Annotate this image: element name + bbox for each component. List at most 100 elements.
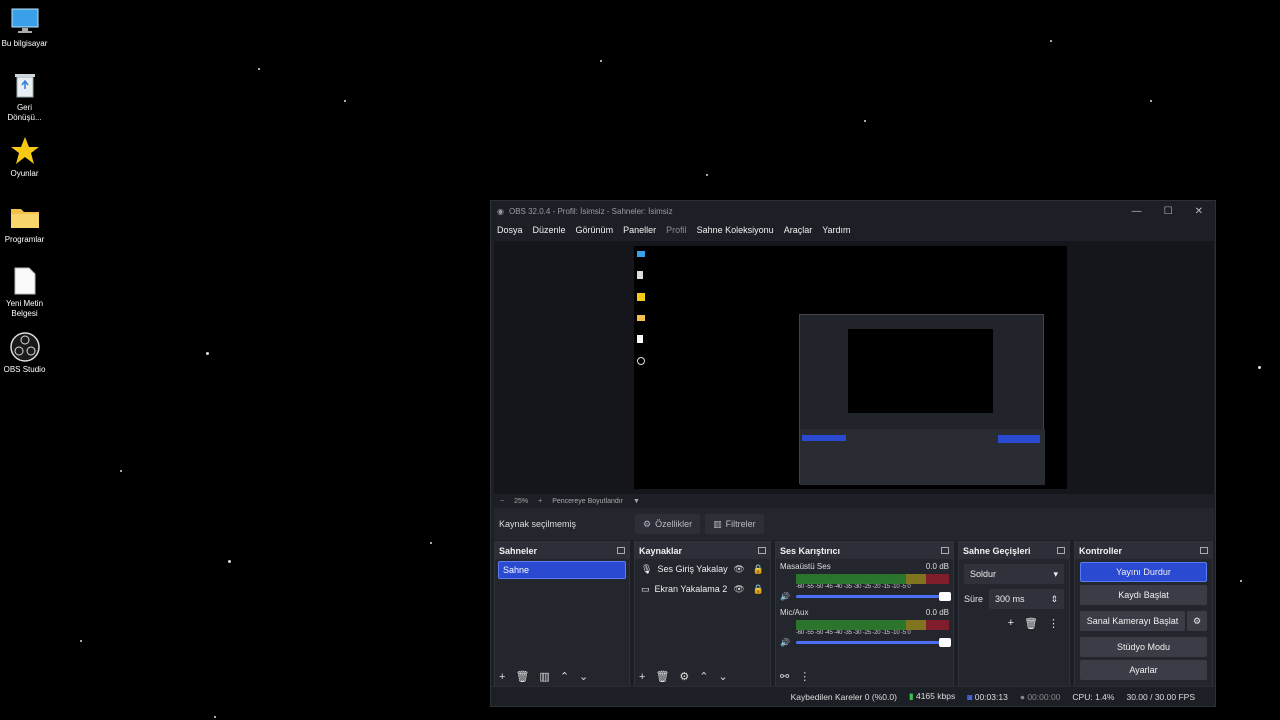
- float-dock-icon[interactable]: [617, 547, 625, 554]
- menu-docks[interactable]: Paneller: [623, 225, 656, 235]
- desktop-icon-label: Yeni Metin Belgesi: [5, 299, 44, 318]
- monitor-icon: [10, 6, 40, 36]
- gear-icon: ⚙: [643, 518, 652, 529]
- preview-canvas[interactable]: [634, 246, 1067, 489]
- menu-view[interactable]: Görünüm: [576, 225, 614, 235]
- float-dock-icon[interactable]: [1200, 547, 1208, 554]
- chevron-down-icon[interactable]: ⌄: [719, 670, 728, 683]
- volume-slider[interactable]: [795, 592, 951, 601]
- maximize-icon[interactable]: ☐: [1164, 206, 1173, 217]
- volume-slider[interactable]: [795, 638, 951, 647]
- add-icon[interactable]: +: [499, 671, 505, 683]
- status-bar: Kaybedilen Kareler 0 (%0.0) ▮ 4165 kbps …: [491, 686, 1215, 706]
- close-icon[interactable]: ✕: [1195, 206, 1203, 217]
- source-item[interactable]: ▭ Ekran Yakalama 2 👁 🔒: [635, 579, 770, 599]
- trash-icon[interactable]: 🗑: [655, 670, 669, 683]
- lock-icon[interactable]: 🔒: [753, 564, 764, 575]
- chevron-down-icon: ▾: [1053, 568, 1058, 579]
- chevron-down-icon[interactable]: ▼: [633, 498, 640, 505]
- menu-scene-collection[interactable]: Sahne Koleksiyonu: [697, 225, 774, 235]
- channel-level: 0.0 dB: [925, 562, 949, 571]
- monitor-icon: ▭: [641, 583, 650, 594]
- transitions-dock: Sahne Geçişleri Soldur ▾ Süre 300 ms ⇕ + 🗑…: [958, 541, 1070, 688]
- desktop-icon-this-pc[interactable]: Bu bilgisayar: [0, 6, 49, 49]
- scene-item[interactable]: Sahne: [498, 561, 626, 579]
- add-icon[interactable]: +: [639, 671, 645, 683]
- zoom-out-button[interactable]: −: [500, 498, 504, 505]
- float-dock-icon[interactable]: [1057, 547, 1065, 554]
- fps-display: 30.00 / 30.00 FPS: [1126, 691, 1195, 702]
- transition-value: Soldur: [970, 569, 997, 579]
- menu-bar: Dosya Düzenle Görünüm Paneller Profil Sa…: [491, 221, 1215, 239]
- microphone-icon: 🎙: [641, 563, 653, 574]
- lock-icon[interactable]: 🔒: [753, 584, 764, 595]
- speaker-icon[interactable]: 🔊: [780, 592, 790, 601]
- folder-icon: [10, 202, 40, 232]
- transition-select[interactable]: Soldur ▾: [964, 564, 1064, 584]
- audio-mixer-dock: Ses Karıştırıcı Masaüstü Ses 0.0 dB -60 -…: [775, 541, 954, 688]
- mixer-title: Ses Karıştırıcı: [780, 545, 841, 556]
- chevron-down-icon[interactable]: ⌄: [579, 670, 588, 683]
- record-time: 00:00:00: [1027, 691, 1061, 702]
- stop-streaming-button[interactable]: Yayını Durdur: [1080, 562, 1207, 582]
- menu-file[interactable]: Dosya: [497, 225, 523, 235]
- more-icon[interactable]: ⋮: [799, 670, 810, 683]
- text-file-icon: [10, 266, 40, 296]
- settings-button[interactable]: Ayarlar: [1080, 660, 1207, 680]
- studio-mode-button[interactable]: Stüdyo Modu: [1080, 637, 1207, 657]
- zoom-bar: − 25% + Pencereye Boyutlandır ▼: [494, 494, 1214, 508]
- filter-icon[interactable]: ▥: [539, 670, 549, 683]
- start-virtual-camera-button[interactable]: Sanal Kamerayı Başlat: [1080, 611, 1185, 631]
- filters-button[interactable]: ▥ Filtreler: [705, 514, 764, 534]
- mixer-channel: Masaüstü Ses 0.0 dB -60 -55 -50 -45 -40 -…: [776, 559, 953, 601]
- stepper-icon[interactable]: ⇕: [1050, 594, 1058, 605]
- source-item[interactable]: 🎙 Ses Giriş Yakalayıcısı 👁 🔒: [635, 559, 770, 579]
- cpu-usage: CPU: 1.4%: [1072, 691, 1115, 702]
- trash-icon[interactable]: 🗑: [515, 670, 529, 683]
- link-icon[interactable]: ⚯: [780, 670, 789, 683]
- channel-name: Masaüstü Ses: [780, 562, 831, 571]
- menu-help[interactable]: Yardım: [822, 225, 850, 235]
- stream-time: 00:03:13: [974, 691, 1008, 702]
- properties-button[interactable]: ⚙ Özellikler: [635, 514, 701, 534]
- minimize-icon[interactable]: —: [1132, 206, 1142, 217]
- chevron-up-icon[interactable]: ⌃: [699, 670, 708, 683]
- recycle-bin-icon: [10, 70, 40, 100]
- channel-name: Mic/Aux: [780, 608, 809, 617]
- filters-label: Filtreler: [725, 519, 756, 529]
- speaker-icon[interactable]: 🔊: [780, 638, 790, 647]
- duration-value: 300 ms: [995, 594, 1025, 604]
- chevron-up-icon[interactable]: ⌃: [560, 670, 569, 683]
- virtual-camera-settings-icon[interactable]: ⚙: [1187, 611, 1207, 631]
- start-recording-button[interactable]: Kaydı Başlat: [1080, 585, 1207, 605]
- no-source-label: Kaynak seçilmemiş: [499, 519, 577, 529]
- menu-edit[interactable]: Düzenle: [533, 225, 566, 235]
- menu-profile[interactable]: Profil: [666, 225, 687, 235]
- desktop-icon-games[interactable]: Oyunlar: [0, 136, 49, 179]
- add-icon[interactable]: +: [1008, 617, 1014, 630]
- properties-label: Özellikler: [655, 519, 693, 529]
- desktop-icon-programs[interactable]: Programlar: [0, 202, 49, 245]
- trash-icon[interactable]: 🗑: [1024, 617, 1038, 630]
- duration-input[interactable]: 300 ms ⇕: [989, 589, 1064, 609]
- eye-icon[interactable]: 👁: [733, 584, 744, 595]
- meter-scale: -60 -55 -50 -45 -40 -35 -30 -25 -20 -15 …: [796, 584, 911, 590]
- desktop-icon-recycle-bin[interactable]: Geri Dönüşü...: [0, 70, 49, 123]
- preview-area[interactable]: [494, 241, 1214, 494]
- gear-icon[interactable]: ⚙: [679, 670, 689, 683]
- zoom-in-button[interactable]: +: [538, 498, 542, 505]
- stream-icon: ◙: [967, 691, 973, 702]
- desktop-icon-obs[interactable]: OBS Studio: [0, 332, 49, 375]
- desktop-icon-label: Geri Dönüşü...: [7, 103, 42, 122]
- float-dock-icon[interactable]: [758, 547, 766, 554]
- more-icon[interactable]: ⋮: [1048, 617, 1059, 630]
- zoom-mode[interactable]: Pencereye Boyutlandır: [552, 498, 623, 505]
- menu-tools[interactable]: Araçlar: [784, 225, 813, 235]
- bitrate: 4165 kbps: [915, 691, 956, 701]
- star-icon: [10, 136, 40, 166]
- obs-icon: [9, 332, 40, 362]
- window-title: OBS 32.0.4 - Profil: İsimsiz - Sahneler:…: [508, 206, 673, 216]
- float-dock-icon[interactable]: [941, 547, 949, 554]
- eye-icon[interactable]: 👁: [733, 564, 744, 575]
- desktop-icon-text-doc[interactable]: Yeni Metin Belgesi: [0, 266, 49, 319]
